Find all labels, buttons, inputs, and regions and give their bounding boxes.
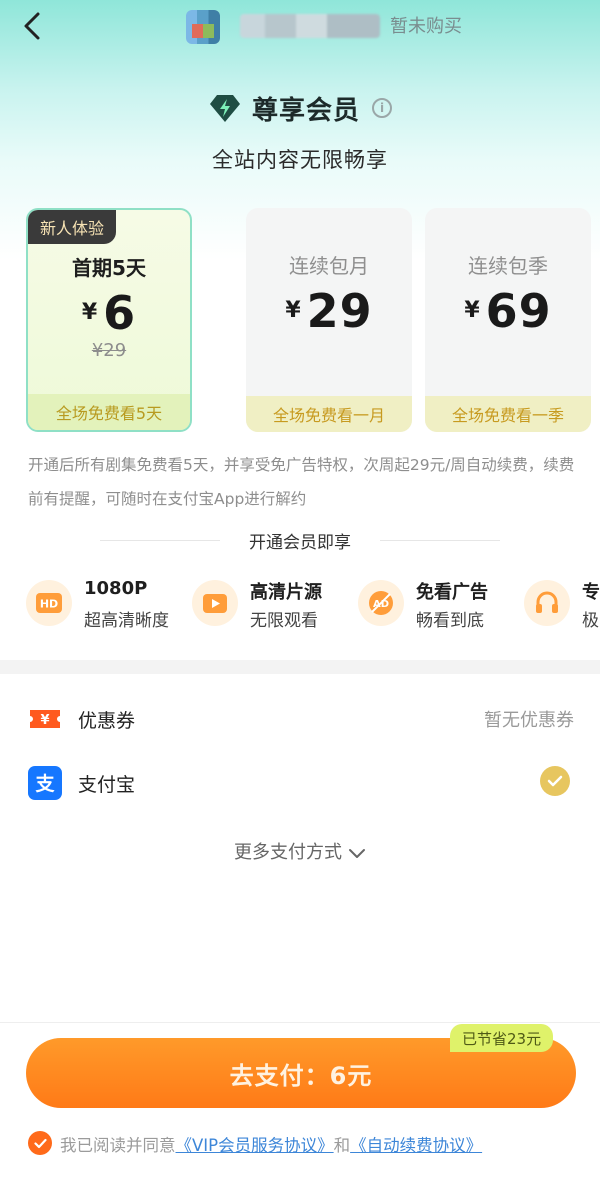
benefit-title: 1080P	[84, 578, 148, 599]
plan-card-trial[interactable]: 新人体验 首期5天 ¥6 ¥29 全场免费看5天	[26, 208, 192, 432]
benefit-desc: 畅看到底	[416, 611, 484, 631]
plan-card-monthly[interactable]: 连续包月 ¥29 全场免费看一月	[246, 208, 412, 432]
purchase-status-text: 暂未购买	[390, 16, 462, 37]
currency-symbol: ¥	[285, 298, 301, 323]
coupon-row[interactable]: ¥ 优惠券 暂无优惠券	[0, 688, 600, 744]
plan-card-quarterly[interactable]: 连续包季 ¥69 全场免费看一季	[425, 208, 591, 432]
plan-price: ¥6	[28, 286, 190, 340]
agreement-check-icon[interactable]	[28, 1131, 52, 1155]
agreement-prefix: 我已阅读并同意	[60, 1136, 176, 1155]
currency-symbol: ¥	[81, 300, 98, 325]
agreement-text: 我已阅读并同意《VIP会员服务协议》和《自动续费协议》	[60, 1132, 482, 1156]
vip-agreement-link[interactable]: 《VIP会员服务协议》	[176, 1136, 334, 1155]
alipay-icon: 支	[28, 766, 62, 800]
agreement-conjunction: 和	[333, 1136, 351, 1155]
price-amount: 6	[103, 286, 137, 340]
coupon-icon-label: ¥	[40, 713, 49, 728]
membership-title-row: 尊享会员 i	[0, 88, 600, 128]
page-subtitle: 全站内容无限畅享	[212, 148, 388, 172]
benefit-desc: 超高清晰度	[84, 611, 169, 631]
chevron-down-icon	[349, 849, 365, 858]
savings-badge: 已节省23元	[450, 1024, 554, 1052]
more-payment-methods[interactable]: 更多支付方式	[0, 838, 600, 864]
back-arrow-icon[interactable]	[18, 10, 48, 42]
headset-icon	[524, 580, 570, 626]
hd-icon: HD	[26, 580, 72, 626]
benefit-exclusive-partial: 专 极	[524, 578, 600, 632]
user-avatar	[186, 10, 220, 44]
coupon-value: 暂无优惠券	[484, 710, 574, 731]
username-blurred	[240, 14, 380, 38]
plan-price: ¥69	[425, 284, 591, 338]
currency-symbol: ¥	[464, 298, 480, 323]
page-title: 尊享会员	[251, 95, 360, 126]
info-icon[interactable]: i	[372, 98, 392, 118]
plan-footer: 全场免费看5天	[28, 394, 190, 430]
film-play-icon	[192, 580, 238, 626]
auto-renew-agreement-link[interactable]: 《自动续费协议》	[350, 1136, 482, 1155]
plan-price: ¥29	[246, 284, 412, 338]
plan-footer: 全场免费看一季	[425, 396, 591, 432]
more-payment-label: 更多支付方式	[234, 842, 342, 863]
alipay-selected-check-icon[interactable]	[540, 766, 570, 796]
bottom-divider	[0, 1022, 600, 1023]
price-amount: 29	[306, 284, 373, 338]
benefit-desc: 极	[582, 611, 599, 631]
price-amount: 69	[485, 284, 552, 338]
alipay-icon-label: 支	[34, 773, 55, 795]
coupon-icon: ¥	[30, 710, 60, 728]
no-ads-icon: AD	[358, 580, 404, 626]
plan-badge: 新人体验	[28, 210, 117, 244]
plan-original-price: ¥29	[91, 340, 127, 361]
benefit-title: 免看广告	[416, 582, 488, 603]
section-divider	[0, 660, 600, 674]
top-header: 暂未购买	[0, 0, 600, 58]
diamond-lightning-icon	[209, 95, 240, 122]
benefit-title: 专	[582, 582, 600, 603]
benefits-header: 开通会员即享	[0, 528, 600, 553]
renewal-terms-text: 开通后所有剧集免费看5天，并享受免广告特权，次周起29元/周自动续费，续费前有提…	[28, 456, 575, 508]
benefit-desc: 无限观看	[250, 611, 318, 631]
plan-name: 连续包月	[289, 254, 369, 278]
alipay-label: 支付宝	[78, 774, 136, 796]
plan-name: 连续包季	[468, 254, 548, 278]
plan-footer: 全场免费看一月	[246, 396, 412, 432]
plan-name: 首期5天	[72, 256, 146, 280]
benefit-title: 高清片源	[250, 582, 322, 603]
coupon-label: 优惠券	[78, 710, 136, 732]
alipay-row[interactable]: 支 支付宝	[0, 752, 600, 808]
hd-icon-label: HD	[40, 598, 58, 611]
